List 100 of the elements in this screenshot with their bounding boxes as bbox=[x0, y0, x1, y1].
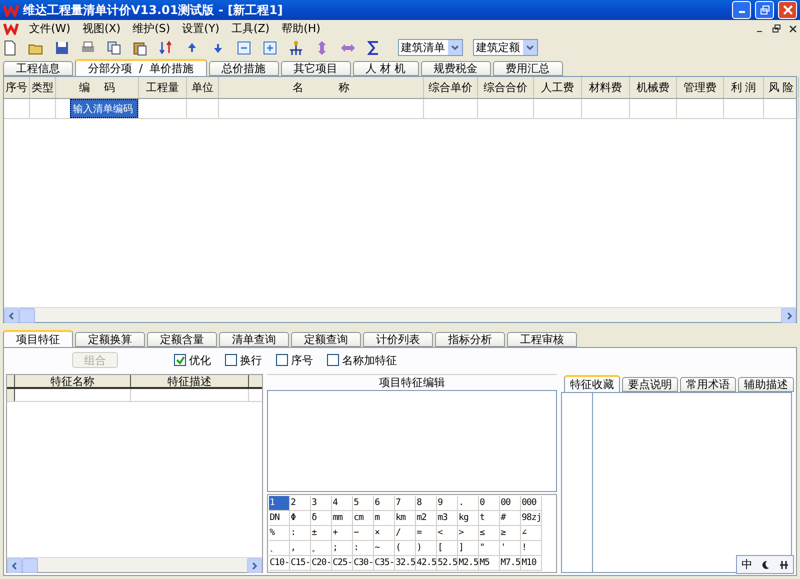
symbol-key[interactable]: M10 bbox=[520, 556, 542, 571]
minimize-button[interactable] bbox=[732, 1, 751, 19]
symbol-key[interactable]: ~ bbox=[374, 541, 395, 556]
horizontal-scrollbar[interactable] bbox=[7, 557, 262, 572]
close-button[interactable] bbox=[778, 1, 797, 19]
menu-item[interactable]: 维护(S) bbox=[130, 21, 172, 36]
symbol-key[interactable]: 7 bbox=[394, 496, 416, 511]
symbol-key[interactable]: 52.5 bbox=[436, 556, 458, 571]
checkbox[interactable]: 优化 bbox=[174, 352, 211, 368]
symbol-key[interactable]: M7.5 bbox=[500, 556, 521, 571]
symbol-key[interactable]: 9 bbox=[436, 496, 458, 511]
collapse-icon[interactable] bbox=[236, 40, 252, 56]
symbol-key[interactable]: = bbox=[416, 526, 437, 541]
moon-icon[interactable] bbox=[760, 560, 770, 570]
symbol-key[interactable]: M2.5 bbox=[458, 556, 479, 571]
symbol-key[interactable]: 4 bbox=[332, 496, 353, 511]
symbol-key[interactable]: ] bbox=[458, 541, 479, 556]
symbol-key[interactable]: 5 bbox=[352, 496, 374, 511]
symbol-key[interactable]: × bbox=[374, 526, 395, 541]
symbol-key[interactable]: δ bbox=[310, 511, 332, 526]
tab[interactable]: 项目特征 bbox=[3, 330, 73, 347]
new-file-icon[interactable] bbox=[2, 40, 18, 56]
symbol-key[interactable]: : bbox=[290, 526, 311, 541]
scroll-right-icon[interactable] bbox=[784, 312, 792, 320]
menu-item[interactable]: 文件(W) bbox=[27, 21, 72, 36]
scrollbar-thumb[interactable] bbox=[22, 558, 38, 573]
scroll-left-icon[interactable] bbox=[8, 312, 16, 320]
tab[interactable]: 分部分项 / 单价措施 bbox=[75, 59, 207, 76]
symbol-key[interactable]: . bbox=[458, 496, 479, 511]
symbol-key[interactable]: 。 bbox=[310, 541, 332, 556]
symbol-key[interactable]: # bbox=[500, 511, 521, 526]
tab[interactable]: 辅助描述 bbox=[738, 377, 794, 392]
checkbox-box[interactable] bbox=[327, 354, 339, 366]
horizontal-scrollbar[interactable] bbox=[4, 307, 796, 322]
tab[interactable]: 清单查询 bbox=[219, 332, 289, 347]
checkbox-box[interactable] bbox=[276, 354, 288, 366]
symbol-key[interactable]: cm bbox=[352, 511, 374, 526]
symbol-key[interactable]: 1 bbox=[268, 496, 290, 511]
symbol-key[interactable]: 000 bbox=[520, 496, 542, 511]
tab[interactable]: 常用术语 bbox=[680, 377, 736, 392]
tab[interactable]: 规费税金 bbox=[420, 61, 491, 76]
tab[interactable]: 总价措施 bbox=[208, 61, 279, 76]
scrollbar-thumb[interactable] bbox=[19, 308, 35, 323]
tab[interactable]: 要点说明 bbox=[622, 377, 678, 392]
symbol-key[interactable]: m3 bbox=[436, 511, 458, 526]
checkbox[interactable]: 换行 bbox=[225, 352, 262, 368]
symbol-key[interactable]: DN bbox=[268, 511, 290, 526]
symbol-key[interactable]: M5 bbox=[478, 556, 500, 571]
symbol-key[interactable]: " bbox=[478, 541, 500, 556]
copy-icon[interactable] bbox=[106, 40, 122, 56]
symbol-key[interactable]: ; bbox=[332, 541, 353, 556]
symbol-key[interactable]: m bbox=[374, 511, 395, 526]
symbol-key[interactable]: C15- bbox=[290, 556, 311, 571]
symbol-key[interactable]: C35- bbox=[374, 556, 395, 571]
symbol-key[interactable]: : bbox=[352, 541, 374, 556]
symbol-key[interactable]: ( bbox=[394, 541, 416, 556]
symbol-key[interactable]: / bbox=[394, 526, 416, 541]
symbol-key[interactable]: 0 bbox=[478, 496, 500, 511]
symbol-key[interactable]: kg bbox=[458, 511, 479, 526]
symbol-key[interactable]: , bbox=[290, 541, 311, 556]
symbol-key[interactable]: 2 bbox=[290, 496, 311, 511]
symbol-key[interactable]: % bbox=[268, 526, 290, 541]
insert-icon[interactable] bbox=[288, 40, 304, 56]
symbol-key[interactable]: ' bbox=[500, 541, 521, 556]
symbol-key[interactable]: ! bbox=[520, 541, 542, 556]
expand-icon[interactable] bbox=[262, 40, 278, 56]
tab[interactable]: 特征收藏 bbox=[564, 375, 620, 392]
symbol-key[interactable]: + bbox=[332, 526, 353, 541]
checkbox[interactable]: 序号 bbox=[276, 352, 313, 368]
menu-item[interactable]: 帮助(H) bbox=[280, 21, 322, 36]
symbol-key[interactable]: t bbox=[478, 511, 500, 526]
tab[interactable]: 工程审核 bbox=[507, 332, 577, 347]
tab[interactable]: 费用汇总 bbox=[492, 61, 563, 76]
symbol-key[interactable]: C20- bbox=[310, 556, 332, 571]
row-header[interactable] bbox=[7, 389, 15, 401]
symbol-key[interactable]: C10- bbox=[268, 556, 290, 571]
symbol-key[interactable]: 、 bbox=[268, 541, 290, 556]
code-input-cell[interactable]: 输入清单编码 bbox=[70, 99, 138, 118]
symbol-key[interactable]: 00 bbox=[500, 496, 521, 511]
symbol-key[interactable]: < bbox=[436, 526, 458, 541]
checkbox-box[interactable] bbox=[225, 354, 237, 366]
punctuation-icon[interactable] bbox=[778, 560, 789, 570]
close-icon[interactable] bbox=[789, 24, 797, 32]
symbol-key[interactable]: ≤ bbox=[478, 526, 500, 541]
menu-item[interactable]: 工具(Z) bbox=[229, 21, 272, 36]
restore-button[interactable] bbox=[755, 1, 774, 19]
tab[interactable]: 定额换算 bbox=[75, 332, 145, 347]
symbol-key[interactable]: [ bbox=[436, 541, 458, 556]
tab[interactable]: 指标分析 bbox=[435, 332, 505, 347]
symbol-key[interactable]: − bbox=[352, 526, 374, 541]
tab[interactable]: 其它项目 bbox=[280, 61, 351, 76]
ime-toolbar[interactable]: 中 bbox=[736, 555, 794, 574]
symbol-key[interactable]: ≥ bbox=[500, 526, 521, 541]
symbol-key[interactable]: mm bbox=[332, 511, 353, 526]
symbol-key[interactable]: 3 bbox=[310, 496, 332, 511]
tab[interactable]: 定额查询 bbox=[291, 332, 361, 347]
dropdown[interactable]: 建筑定额 bbox=[473, 39, 538, 56]
symbol-key[interactable]: m2 bbox=[416, 511, 437, 526]
tab[interactable]: 计价列表 bbox=[363, 332, 433, 347]
scroll-left-icon[interactable] bbox=[10, 562, 18, 570]
